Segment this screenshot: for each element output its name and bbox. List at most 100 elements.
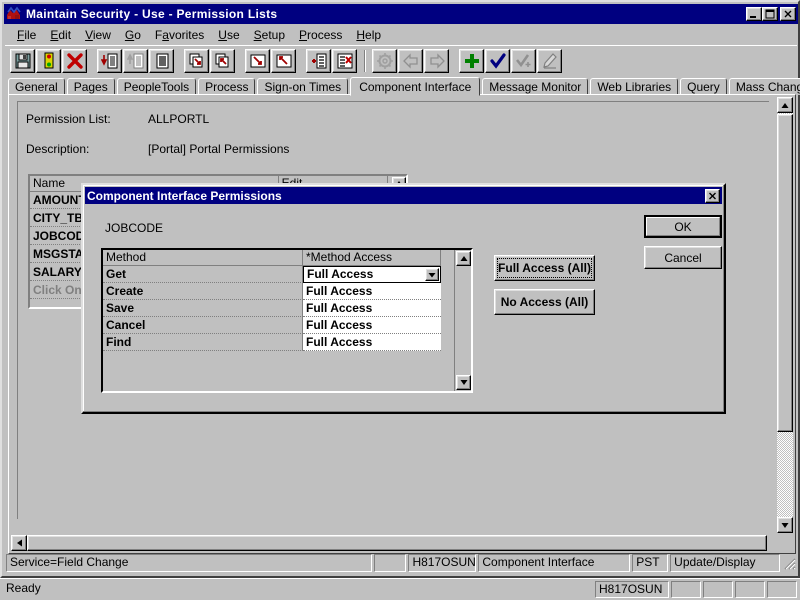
ready-message: Ready	[3, 581, 595, 598]
status-server: H817OSUN	[408, 554, 476, 572]
back-arrow-icon	[398, 49, 423, 73]
method-name: Cancel	[103, 317, 303, 334]
application-window: Maintain Security - Use - Permission Lis…	[0, 0, 800, 600]
method-access-value[interactable]: Full Access	[303, 283, 441, 300]
tab-mass-change[interactable]: Mass Change	[729, 78, 800, 95]
description-label: Description:	[26, 142, 89, 156]
full-access-all-button[interactable]: Full Access (All)	[494, 255, 595, 281]
scroll-down-button[interactable]	[777, 517, 793, 533]
status-message: Service=Field Change	[6, 554, 372, 572]
previous-panel-icon[interactable]	[271, 49, 296, 73]
resize-grip-icon[interactable]	[782, 556, 796, 570]
insert-row-down-icon[interactable]	[97, 49, 122, 73]
next-in-list-icon[interactable]	[184, 49, 209, 73]
scroll-left-button[interactable]	[11, 535, 27, 551]
ok-button[interactable]: OK	[644, 215, 722, 238]
description-value: [Portal] Portal Permissions	[148, 142, 289, 156]
focus-ring	[497, 258, 592, 278]
forward-arrow-icon	[424, 49, 449, 73]
add-plus-icon[interactable]	[459, 49, 484, 73]
spell-check-icon	[372, 49, 397, 73]
tab-pages[interactable]: Pages	[67, 78, 115, 95]
title-bar: Maintain Security - Use - Permission Lis…	[4, 4, 798, 24]
ready-cell-2	[703, 581, 733, 598]
status-component: Component Interface	[478, 554, 630, 572]
tab-query[interactable]: Query	[680, 78, 727, 95]
menu-item-go[interactable]: Go	[118, 27, 148, 44]
menu-item-favorites[interactable]: Favorites	[148, 27, 211, 44]
table-row[interactable]: Cancel Full Access	[103, 317, 454, 334]
ready-status-bar: Ready H817OSUN	[0, 578, 800, 600]
tab-sign-on-times[interactable]: Sign-on Times	[257, 78, 348, 95]
cancel-button[interactable]: Cancel	[644, 246, 722, 269]
method-access-value[interactable]: Full Access	[303, 317, 441, 334]
menu-item-process[interactable]: Process	[292, 27, 349, 44]
minimize-button[interactable]	[746, 7, 762, 21]
method-access-value[interactable]: Full Access	[303, 334, 441, 351]
update-display-check-icon[interactable]	[485, 49, 510, 73]
cancel-x-icon[interactable]	[62, 49, 87, 73]
next-panel-icon[interactable]	[245, 49, 270, 73]
method-table-header: Method *Method Access	[103, 250, 454, 266]
scroll-down-button[interactable]	[456, 375, 471, 390]
permission-list-value: ALLPORTL	[148, 112, 209, 126]
method-name: Create	[103, 283, 303, 300]
traffic-light-icon[interactable]	[36, 49, 61, 73]
save-icon[interactable]	[10, 49, 35, 73]
method-table-body: Method *Method Access Get Full Access	[103, 250, 454, 391]
menu-item-setup[interactable]: Setup	[247, 27, 292, 44]
toolbar-separator	[364, 50, 366, 72]
method-name: Save	[103, 300, 303, 317]
dialog-subject: JOBCODE	[105, 221, 163, 235]
scroll-up-button[interactable]	[777, 97, 793, 113]
insert-row-icon[interactable]	[306, 49, 331, 73]
menu-item-help[interactable]: Help	[349, 27, 388, 44]
client-vertical-scrollbar[interactable]	[777, 97, 793, 533]
table-row[interactable]: Create Full Access	[103, 283, 454, 300]
tab-message-monitor[interactable]: Message Monitor	[482, 78, 588, 95]
menu-item-edit[interactable]: Edit	[43, 27, 78, 44]
column-header-method[interactable]: Method	[103, 250, 303, 266]
chevron-down-icon[interactable]	[425, 268, 439, 281]
tab-web-libraries[interactable]: Web Libraries	[590, 78, 678, 95]
method-access-combo[interactable]: Full Access	[303, 266, 441, 283]
column-header-method-access[interactable]: *Method Access	[303, 250, 441, 266]
update-display-all-icon	[511, 49, 536, 73]
menu-item-view[interactable]: View	[78, 27, 118, 44]
table-row[interactable]: Save Full Access	[103, 300, 454, 317]
insert-row-up-icon	[123, 49, 148, 73]
scroll-up-button[interactable]	[456, 251, 471, 266]
tab-component-interface[interactable]: Component Interface	[350, 77, 480, 96]
client-horizontal-scrollbar[interactable]	[11, 535, 767, 551]
menu-item-use[interactable]: Use	[211, 27, 246, 44]
method-table-scrollbar[interactable]	[454, 250, 471, 391]
status-bar: Service=Field Change H817OSUN Component …	[6, 554, 796, 572]
ok-label: OK	[674, 220, 691, 234]
method-access-value[interactable]: Full Access	[303, 300, 441, 317]
maximize-button[interactable]	[762, 7, 778, 21]
horizontal-scroll-thumb[interactable]	[27, 535, 767, 551]
no-access-all-button[interactable]: No Access (All)	[494, 289, 595, 315]
menu-bar: File Edit View Go Favorites Use Setup Pr…	[5, 26, 797, 45]
tab-general[interactable]: General	[8, 78, 65, 95]
table-row[interactable]: Get Full Access	[103, 266, 454, 283]
no-access-all-label: No Access (All)	[501, 295, 589, 309]
list-icon[interactable]	[149, 49, 174, 73]
tab-process[interactable]: Process	[198, 78, 255, 95]
tab-peopletools[interactable]: PeopleTools	[117, 78, 196, 95]
main-window-frame: Maintain Security - Use - Permission Lis…	[0, 0, 800, 578]
ok-button-inner: OK	[646, 217, 720, 236]
status-blank-cell	[374, 554, 407, 572]
method-access-table: Method *Method Access Get Full Access	[101, 248, 473, 393]
delete-row-icon[interactable]	[332, 49, 357, 73]
ready-cell-3	[735, 581, 765, 598]
previous-in-list-icon[interactable]	[210, 49, 235, 73]
component-interface-permissions-dialog: Component Interface Permissions JOBCODE …	[81, 183, 726, 414]
table-row[interactable]: Find Full Access	[103, 334, 454, 351]
menu-item-file[interactable]: File	[10, 27, 43, 44]
ready-server: H817OSUN	[595, 581, 669, 598]
dialog-close-icon[interactable]	[705, 189, 720, 203]
ready-cell-1	[671, 581, 701, 598]
close-button[interactable]	[780, 7, 796, 21]
vertical-scroll-thumb[interactable]	[777, 114, 793, 432]
